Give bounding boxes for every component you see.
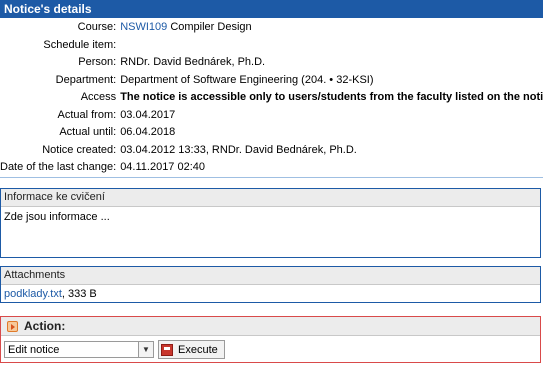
page-title: Notice's details bbox=[0, 0, 543, 18]
created-label: Notice created: bbox=[42, 143, 117, 156]
actual-from-value: 03.04.2017 bbox=[120, 108, 176, 121]
action-controls: Edit notice ▼ Execute bbox=[1, 336, 540, 363]
attachment-size: , 333 B bbox=[61, 288, 97, 300]
action-select-value: Edit notice bbox=[8, 343, 60, 356]
save-icon bbox=[161, 343, 173, 356]
actual-from-label: Actual from: bbox=[57, 108, 117, 121]
play-icon bbox=[7, 320, 18, 332]
department-label: Department: bbox=[55, 73, 117, 86]
action-select[interactable]: Edit notice ▼ bbox=[4, 341, 154, 358]
execute-button[interactable]: Execute bbox=[158, 340, 225, 359]
schedule-value bbox=[120, 37, 543, 55]
action-title: Action: bbox=[24, 319, 66, 333]
action-header: Action: bbox=[1, 317, 540, 336]
detail-row-schedule: Schedule item: bbox=[0, 37, 543, 55]
attachment-file-link[interactable]: podklady.txt bbox=[4, 288, 62, 300]
chevron-down-icon[interactable]: ▼ bbox=[138, 342, 153, 357]
last-change-label: Date of the last change: bbox=[0, 159, 121, 178]
detail-row-person: Person: RNDr. David Bednárek, Ph.D. bbox=[0, 54, 543, 72]
created-value: 03.04.2012 13:33, RNDr. David Bednárek, … bbox=[120, 143, 357, 156]
attachments-box: Attachments podklady.txt, 333 B bbox=[0, 266, 541, 303]
info-box: Informace ke cvičení Zde jsou informace … bbox=[0, 188, 541, 258]
detail-row-actual-until: Actual until: 06.04.2018 bbox=[0, 124, 543, 142]
department-value: Department of Software Engineering (204.… bbox=[120, 73, 374, 86]
access-value: The notice is accessible only to users/s… bbox=[120, 91, 543, 103]
person-label: Person: bbox=[78, 56, 117, 68]
course-value: NSWI109 Compiler Design bbox=[120, 19, 543, 37]
detail-row-course: Course: NSWI109 Compiler Design bbox=[0, 19, 543, 37]
access-label: Access bbox=[80, 91, 117, 103]
detail-row-actual-from: Actual from: 03.04.2017 bbox=[0, 107, 543, 125]
attachment-item: podklady.txt, 333 B bbox=[1, 285, 540, 304]
attachments-title: Attachments bbox=[1, 267, 540, 285]
actual-until-value: 06.04.2018 bbox=[120, 126, 176, 138]
course-code-link[interactable]: NSWI109 bbox=[120, 21, 167, 33]
info-box-text: Zde jsou informace ... bbox=[4, 211, 110, 223]
actual-until-label: Actual until: bbox=[59, 126, 117, 138]
info-box-title: Informace ke cvičení bbox=[1, 189, 540, 207]
detail-row-last-change: Date of the last change: 04.11.2017 02:4… bbox=[0, 159, 543, 178]
course-label: Course: bbox=[77, 21, 117, 33]
detail-row-created: Notice created: 03.04.2012 13:33, RNDr. … bbox=[0, 142, 543, 160]
person-value: RNDr. David Bednárek, Ph.D. bbox=[120, 56, 266, 68]
action-box: Action: Edit notice ▼ Execute bbox=[0, 316, 541, 363]
detail-row-department: Department: Department of Software Engin… bbox=[0, 72, 543, 90]
last-change-value: 04.11.2017 02:40 bbox=[120, 159, 543, 178]
execute-label: Execute bbox=[178, 343, 218, 356]
detail-row-access: Access The notice is accessible only to … bbox=[0, 89, 543, 107]
notice-details-table: Course: NSWI109 Compiler Design Schedule… bbox=[0, 19, 543, 178]
schedule-label: Schedule item: bbox=[43, 38, 117, 51]
course-name: Compiler Design bbox=[167, 21, 252, 33]
